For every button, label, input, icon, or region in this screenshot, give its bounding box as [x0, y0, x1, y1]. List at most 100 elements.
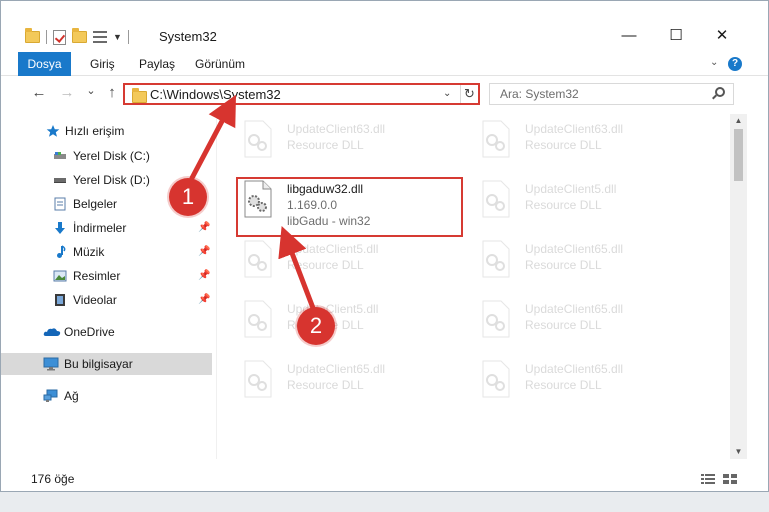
pin-icon[interactable]: 📌 [198, 217, 210, 239]
scroll-up-arrow-icon[interactable]: ▲ [730, 114, 747, 128]
details-view-icon[interactable] [701, 474, 715, 485]
properties-check-icon[interactable] [53, 29, 66, 45]
back-button[interactable]: ← [29, 84, 49, 101]
star-icon [46, 125, 60, 137]
up-button[interactable]: ↑ [102, 84, 122, 101]
step-1-badge: 1 [169, 178, 207, 216]
highlight-frame [236, 177, 463, 237]
file-name: UpdateClient65.dll [525, 242, 624, 256]
videos-icon [55, 294, 65, 306]
search-icon[interactable] [715, 87, 725, 97]
sidebar-item-label: Videolar [73, 293, 117, 307]
list-item[interactable]: UpdateClient65.dll Resource DLL [455, 354, 680, 409]
tab-view[interactable]: Görünüm [185, 52, 255, 76]
search-placeholder[interactable]: Ara: System32 [500, 87, 579, 101]
toolbar-divider [127, 30, 129, 44]
customize-toolbar-dropdown-icon[interactable]: ▼ [113, 32, 122, 42]
refresh-icon[interactable]: ↻ [460, 85, 478, 103]
sidebar-item-quick-access[interactable]: Hızlı erişim [1, 120, 212, 142]
dll-file-icon [482, 240, 510, 278]
pin-icon[interactable]: 📌 [198, 265, 210, 287]
expand-ribbon-chevron-icon[interactable]: ⌄ [710, 57, 718, 68]
dll-file-icon [482, 300, 510, 338]
sidebar-item-label: Resimler [73, 269, 121, 283]
file-name: UpdateClient65.dll [287, 362, 386, 376]
help-icon[interactable]: ? [728, 57, 742, 71]
status-bar: 176 öğe [1, 465, 768, 489]
new-folder-icon[interactable] [72, 28, 87, 43]
file-name: UpdateClient65.dll [525, 362, 624, 376]
maximize-button[interactable]: ☐ [653, 25, 699, 47]
documents-icon [54, 197, 66, 211]
file-description: Resource DLL [525, 138, 602, 152]
file-name: UpdateClient65.dll [525, 302, 624, 316]
background-strip [0, 492, 769, 512]
sidebar-item-label: Müzik [73, 245, 105, 259]
navigation-bar: ← → ⌄ ↑ C:\Windows\System32 ⌄ ↻ Ara: Sys… [1, 81, 768, 109]
list-item[interactable]: UpdateClient65.dll Resource DLL [455, 294, 680, 349]
sidebar-item-drive-c[interactable]: Yerel Disk (C:) [1, 145, 212, 167]
sidebar-item-onedrive[interactable]: OneDrive [1, 321, 212, 343]
sidebar-item-label: Ağ [64, 389, 79, 403]
list-item[interactable]: UpdateClient5.dll Resource DLL [455, 174, 680, 229]
file-name: UpdateClient63.dll [525, 122, 624, 136]
scroll-down-arrow-icon[interactable]: ▼ [730, 445, 747, 459]
toolbar-divider [46, 30, 47, 44]
file-name: UpdateClient63.dll [287, 122, 386, 136]
sidebar-item-this-pc[interactable]: Bu bilgisayar [1, 353, 212, 375]
address-path[interactable]: C:\Windows\System32 [150, 87, 281, 102]
sidebar-item-downloads[interactable]: İndirmeler 📌 [1, 217, 212, 239]
sidebar-item-music[interactable]: Müzik 📌 [1, 241, 212, 263]
tab-home[interactable]: Giriş [80, 52, 125, 76]
close-button[interactable]: ✕ [699, 25, 745, 47]
quick-access-toolbar: ▼ [25, 28, 129, 46]
tab-share[interactable]: Paylaş [129, 52, 185, 76]
item-count: 176 öğe [31, 472, 75, 486]
file-description: Resource DLL [525, 198, 602, 212]
tab-file[interactable]: Dosya [18, 52, 71, 76]
pictures-icon [53, 270, 67, 282]
dll-file-icon [244, 120, 272, 158]
minimize-button[interactable]: — [606, 25, 652, 47]
file-description: Resource DLL [287, 258, 364, 272]
vertical-scrollbar[interactable]: ▲ ▼ [730, 114, 747, 459]
list-properties-icon[interactable] [93, 31, 107, 43]
title-bar: ▼ System32 — ☐ ✕ [1, 1, 768, 51]
sidebar-item-label: Yerel Disk (D:) [73, 173, 150, 187]
sidebar-item-label: İndirmeler [73, 221, 127, 235]
dll-file-icon [482, 180, 510, 218]
sidebar-item-label: Bu bilgisayar [64, 357, 133, 371]
window-title: System32 [159, 29, 217, 44]
sidebar-item-label: Belgeler [73, 197, 118, 211]
list-item[interactable]: UpdateClient65.dll Resource DLL [217, 354, 442, 409]
file-list: UpdateClient63.dll Resource DLL UpdateCl… [217, 114, 729, 459]
list-item[interactable]: UpdateClient5.dll Resource DLL [217, 234, 442, 289]
navigation-pane: Hızlı erişim Yerel Disk (C:) Yerel Disk … [1, 114, 216, 459]
file-name: UpdateClient5.dll [525, 182, 617, 196]
address-dropdown-icon[interactable]: ⌄ [443, 88, 451, 99]
explorer-window: ▼ System32 — ☐ ✕ Dosya Giriş Paylaş Görü… [0, 0, 769, 492]
tiles-view-icon[interactable] [723, 474, 737, 485]
search-input[interactable]: Ara: System32 [489, 83, 734, 105]
forward-button[interactable]: → [57, 84, 77, 101]
list-item[interactable]: UpdateClient65.dll Resource DLL [455, 234, 680, 289]
music-icon [57, 245, 66, 258]
onedrive-icon [43, 328, 61, 336]
sidebar-item-network[interactable]: Ağ [1, 385, 212, 407]
sidebar-item-label: Hızlı erişim [65, 124, 125, 138]
address-bar[interactable]: C:\Windows\System32 ⌄ ↻ [123, 83, 480, 105]
file-description: Resource DLL [287, 138, 364, 152]
scrollbar-thumb[interactable] [734, 129, 743, 181]
network-icon [43, 389, 58, 402]
pin-icon[interactable]: 📌 [198, 289, 210, 311]
recent-locations-button[interactable]: ⌄ [81, 84, 101, 97]
computer-icon [43, 357, 59, 371]
list-item[interactable]: UpdateClient63.dll Resource DLL [455, 114, 680, 169]
folder-icon [25, 28, 40, 43]
dll-file-icon [482, 360, 510, 398]
drive-icon [54, 178, 66, 183]
sidebar-item-videos[interactable]: Videolar 📌 [1, 289, 212, 311]
list-item[interactable]: UpdateClient63.dll Resource DLL [217, 114, 442, 169]
sidebar-item-pictures[interactable]: Resimler 📌 [1, 265, 212, 287]
pin-icon[interactable]: 📌 [198, 241, 210, 263]
